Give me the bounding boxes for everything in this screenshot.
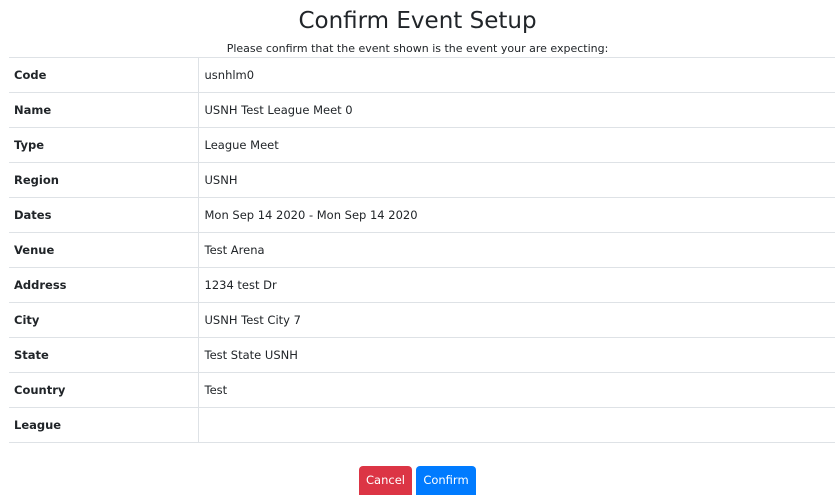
table-row-league: League [9,407,835,443]
row-label: Name [9,92,199,128]
row-label: State [9,337,199,373]
table-row-type: Type League Meet [9,127,835,163]
row-value: USNH [198,162,835,198]
table-row-code: Code usnhlm0 [9,57,835,93]
table-row-venue: Venue Test Arena [9,232,835,268]
row-value: 1234 test Dr [198,267,835,303]
row-value: usnhlm0 [198,57,835,93]
page-title: Confirm Event Setup [298,8,537,34]
table-row-name: Name USNH Test League Meet 0 [9,92,835,128]
confirm-button[interactable]: Confirm [416,466,476,495]
row-label: Region [9,162,199,198]
table-row-address: Address 1234 test Dr [9,267,835,303]
cancel-button[interactable]: Cancel [359,466,412,495]
row-label: Venue [9,232,199,268]
action-buttons: Cancel Confirm [0,466,835,495]
row-value: Test [198,372,835,408]
row-value: USNH Test League Meet 0 [198,92,835,128]
page-subtitle: Please confirm that the event shown is t… [226,42,609,55]
row-label: Type [9,127,199,163]
row-value: League Meet [198,127,835,163]
table-row-region: Region USNH [9,162,835,198]
event-details-table: Code usnhlm0 Name USNH Test League Meet … [9,57,835,443]
row-label: League [9,407,199,443]
table-row-country: Country Test [9,372,835,408]
row-value: Mon Sep 14 2020 - Mon Sep 14 2020 [198,197,835,233]
row-label: Country [9,372,199,408]
table-row-state: State Test State USNH [9,337,835,373]
row-label: Dates [9,197,199,233]
row-value: Test State USNH [198,337,835,373]
table-row-city: City USNH Test City 7 [9,302,835,338]
row-label: Code [9,57,199,93]
row-value [198,407,835,443]
row-value: Test Arena [198,232,835,268]
row-label: City [9,302,199,338]
table-row-dates: Dates Mon Sep 14 2020 - Mon Sep 14 2020 [9,197,835,233]
row-value: USNH Test City 7 [198,302,835,338]
row-label: Address [9,267,199,303]
